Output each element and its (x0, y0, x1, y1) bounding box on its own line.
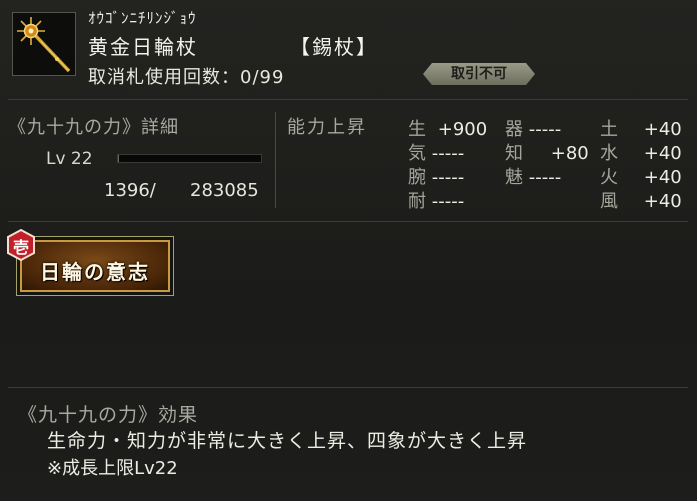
stat-endurance: 耐 ----- (408, 187, 464, 213)
stat-value: +40 (643, 119, 682, 140)
rank-badge: 壱 (5, 228, 37, 262)
effect-note: ※成長上限Lv22 (47, 458, 178, 479)
stat-value: +900 (437, 119, 488, 140)
stat-life: 生 +900 (408, 115, 487, 141)
power-level: Lv 22 (46, 149, 93, 169)
stat-label: 耐 (408, 191, 426, 212)
stat-value: +40 (643, 167, 682, 188)
stat-label: 器 (505, 119, 523, 140)
stat-value: ----- (431, 191, 465, 212)
effect-description: 生命力・知力が非常に大きく上昇、四象が大きく上昇 (47, 430, 528, 452)
stat-intellect: 知 +80 (505, 139, 589, 165)
divider (8, 387, 688, 388)
stat-fire: 火 +40 (600, 163, 682, 189)
stat-arm: 腕 ----- (408, 163, 464, 189)
exp-bar (117, 154, 262, 163)
stat-ki: 気 ----- (408, 139, 464, 165)
stat-earth: 土 +40 (600, 115, 682, 141)
stat-label: 気 (408, 143, 426, 164)
stat-label: 水 (600, 143, 618, 164)
stat-wind: 風 +40 (600, 187, 682, 213)
stat-value: +80 (550, 143, 589, 164)
exp-bar-fill (118, 155, 119, 162)
no-trade-badge: 取引不可 (423, 63, 535, 85)
ability-boost-title: 能力上昇 (287, 117, 367, 138)
stat-label: 魅 (505, 167, 523, 188)
item-detail-panel: ｵｳｺﾞﾝﾆﾁﾘﾝｼﾞｮｳ 黄金日輪杖 【錫杖】 取消札使用回数：0/99 取引… (0, 0, 697, 501)
rank-badge-text: 壱 (12, 238, 29, 257)
stat-label: 土 (600, 119, 618, 140)
exp-total: 283085 (190, 180, 259, 201)
skill-button[interactable]: 日輪の意志 (16, 236, 174, 296)
effect-title: 《九十九の力》効果 (18, 404, 199, 426)
stat-water: 水 +40 (600, 139, 682, 165)
stat-dexterity: 器 ----- (505, 115, 561, 141)
stat-charm: 魅 ----- (505, 163, 561, 189)
stat-value: ----- (431, 143, 465, 164)
item-kana-reading: ｵｳｺﾞﾝﾆﾁﾘﾝｼﾞｮｳ (88, 9, 197, 27)
item-icon (12, 12, 76, 76)
divider (8, 99, 688, 100)
item-name: 黄金日輪杖 (88, 35, 198, 59)
stat-value: ----- (528, 119, 562, 140)
section-divider (275, 112, 276, 208)
stat-value: +40 (643, 143, 682, 164)
stat-value: +40 (643, 191, 682, 212)
stat-value: ----- (528, 167, 562, 188)
golden-staff-icon (17, 17, 71, 73)
stat-label: 知 (505, 143, 523, 164)
stat-label: 腕 (408, 167, 426, 188)
stat-label: 生 (408, 119, 426, 140)
divider (8, 221, 688, 222)
exp-current: 1396/ (104, 180, 156, 201)
power-detail-title: 《九十九の力》詳細 (8, 117, 179, 138)
skill-label: 日輪の意志 (40, 260, 150, 284)
item-type: 【錫杖】 (290, 35, 378, 59)
stat-value: ----- (431, 167, 465, 188)
skill-button-face: 日輪の意志 (20, 240, 170, 292)
stat-label: 火 (600, 167, 618, 188)
stat-label: 風 (600, 191, 618, 212)
cancel-tag-use-count: 取消札使用回数：0/99 (88, 67, 285, 88)
